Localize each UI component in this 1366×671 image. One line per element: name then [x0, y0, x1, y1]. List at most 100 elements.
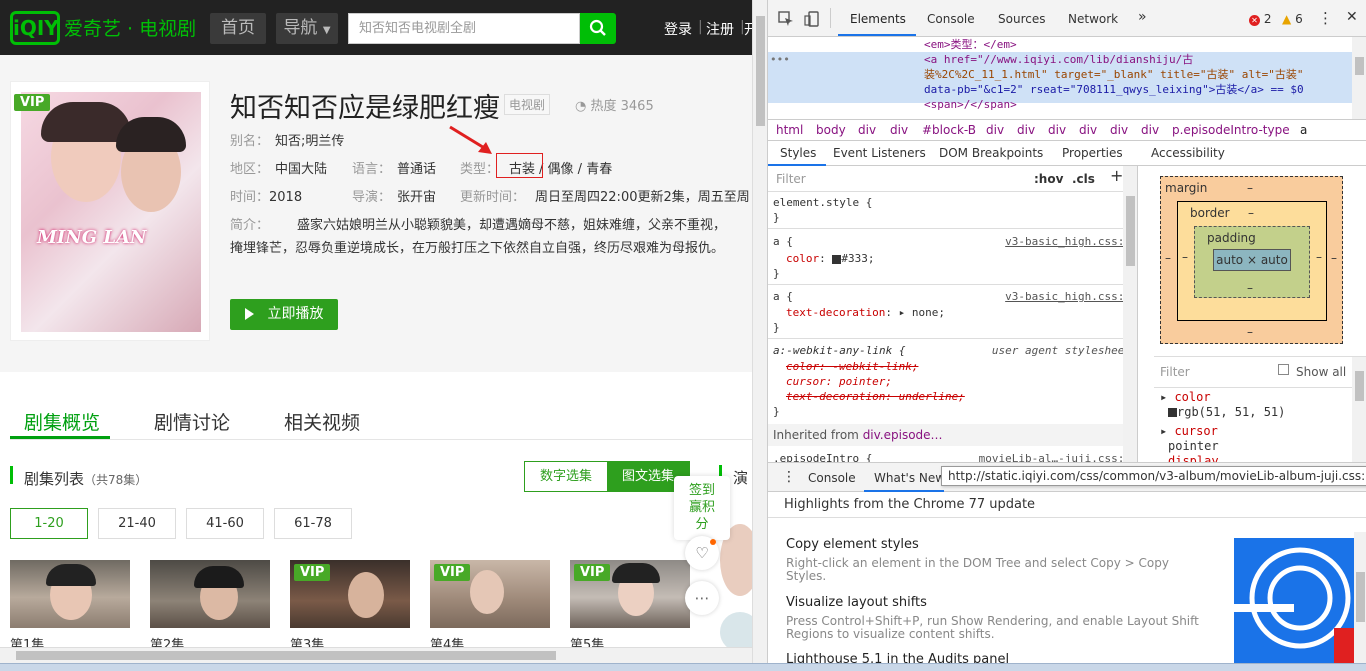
computed-cursor[interactable]: ▸ cursor — [1160, 424, 1218, 438]
crumb[interactable]: body — [816, 120, 846, 140]
iqiyi-logo[interactable]: iQIY — [10, 11, 60, 45]
range-tab-61-78[interactable]: 61-78 — [274, 508, 352, 539]
crumb[interactable]: div — [1048, 120, 1066, 140]
computed-filter-input[interactable]: Filter — [1160, 365, 1190, 379]
tab-discussion[interactable]: 剧情讨论 — [154, 408, 230, 435]
channel-brand[interactable]: 爱奇艺 · 电视剧 — [64, 16, 196, 42]
vertical-scrollbar[interactable] — [752, 0, 767, 663]
rule-source-link[interactable]: v3-basic_high.css:1 — [1005, 234, 1131, 249]
computed-display[interactable]: display — [1168, 454, 1219, 462]
episode-thumbnail[interactable] — [10, 560, 130, 628]
rule-source-link[interactable]: v3-basic_high.css:1 — [1005, 289, 1131, 304]
subtab-dom-breakpoints[interactable]: DOM Breakpoints — [939, 146, 1043, 160]
subtab-styles[interactable]: Styles — [780, 146, 816, 160]
more-tabs-icon[interactable]: » — [1138, 9, 1147, 25]
dom-line[interactable]: 装%2C%2C_11_1.html" target="_blank" title… — [924, 67, 1304, 82]
rule-selector[interactable]: .episodeIntro { — [773, 451, 872, 462]
active-tab-indicator — [838, 34, 916, 36]
dom-line[interactable]: <a href="//www.iqiyi.com/lib/dianshiju/古 — [924, 52, 1193, 67]
add-rule-icon[interactable]: + — [1110, 168, 1123, 184]
number-mode-button[interactable]: 数字选集 — [525, 462, 607, 491]
rule-property-overridden[interactable]: color: -webkit-link; — [786, 359, 918, 374]
search-input[interactable]: 知否知否电视剧全剧 — [348, 13, 580, 44]
feedback-icon[interactable]: ⋯ — [685, 581, 719, 615]
drawer-menu-icon[interactable]: ⋮ — [782, 469, 796, 485]
crumb[interactable]: div — [890, 120, 908, 140]
nav-guide[interactable]: 导航 ▼ — [276, 13, 338, 44]
feature-title[interactable]: Copy element styles — [786, 537, 919, 552]
dom-line[interactable]: <em>类型：</em> — [924, 37, 1017, 52]
settings-icon[interactable]: ⋮ — [1318, 9, 1333, 27]
gift-icon[interactable]: ♡ — [685, 536, 719, 570]
feature-title[interactable]: Visualize layout shifts — [786, 595, 927, 610]
range-tab-1-20[interactable]: 1-20 — [10, 508, 88, 539]
search-button[interactable] — [580, 13, 616, 44]
rule-property[interactable]: color: #333; — [786, 251, 875, 266]
register-link[interactable]: 注册 — [706, 19, 734, 39]
crumb[interactable]: div — [1141, 120, 1159, 140]
ellipsis-icon[interactable]: ••• — [770, 52, 790, 67]
rule-selector[interactable]: a { — [773, 234, 793, 249]
device-toolbar-icon[interactable] — [804, 11, 820, 27]
rule-property-overridden[interactable]: text-decoration: underline; — [786, 389, 965, 404]
crumb[interactable]: div — [1017, 120, 1035, 140]
cls-toggle[interactable]: .cls — [1072, 172, 1095, 187]
crumb[interactable]: div — [1079, 120, 1097, 140]
close-icon[interactable]: ✕ — [1346, 9, 1358, 25]
inspect-element-icon[interactable] — [778, 11, 794, 27]
drawer-tab-console[interactable]: Console — [808, 471, 856, 485]
feature-title[interactable]: Lighthouse 5.1 in the Audits panel — [786, 652, 1009, 663]
rule-selector[interactable]: a:-webkit-any-link { — [773, 343, 905, 358]
dom-line[interactable]: <span>/</span> — [924, 97, 1017, 112]
computed-scrollbar[interactable] — [1352, 357, 1366, 463]
range-tab-41-60[interactable]: 41-60 — [186, 508, 264, 539]
error-count[interactable]: ✕ 2 — [1249, 12, 1271, 26]
nav-home[interactable]: 首页 — [210, 13, 266, 44]
box-content[interactable]: auto × auto — [1213, 249, 1291, 271]
login-link[interactable]: 登录 — [664, 19, 692, 39]
cast-avatar[interactable] — [720, 612, 752, 652]
computed-color[interactable]: ▸ color — [1160, 390, 1211, 404]
dom-tree[interactable]: <em>类型：</em> ••• <a href="//www.iqiyi.co… — [768, 37, 1366, 119]
crumb-active[interactable]: a — [1300, 120, 1307, 140]
crumb[interactable]: div — [858, 120, 876, 140]
box-margin[interactable]: margin – – – – border – – – padding – au… — [1160, 176, 1343, 344]
poster-card[interactable]: MING LAN — [10, 81, 210, 341]
styles-scrollbar[interactable] — [1123, 166, 1137, 462]
box-border[interactable]: border – – – padding – auto × auto — [1177, 201, 1327, 321]
show-all-checkbox[interactable] — [1278, 364, 1289, 375]
tab-network[interactable]: Network — [1068, 12, 1118, 26]
tab-overview[interactable]: 剧集概览 — [24, 408, 100, 435]
tab-elements[interactable]: Elements — [850, 12, 906, 26]
rule-selector[interactable]: a { — [773, 289, 793, 304]
horizontal-scrollbar[interactable] — [0, 647, 752, 663]
warning-count[interactable]: ▲ 6 — [1282, 12, 1303, 26]
rule-source-link[interactable]: movieLib-al…-juji.css:1 — [979, 451, 1131, 462]
episode-thumbnail[interactable] — [150, 560, 270, 628]
rule-property[interactable]: cursor: pointer; — [786, 374, 892, 389]
styles-filter-input[interactable]: Filter — [776, 172, 806, 187]
tab-sources[interactable]: Sources — [998, 12, 1045, 26]
rule-property[interactable]: text-decoration: ▸ none; — [786, 305, 945, 320]
subtab-accessibility[interactable]: Accessibility — [1151, 146, 1225, 160]
rule-selector[interactable]: element.style { — [773, 195, 872, 210]
tab-related[interactable]: 相关视频 — [284, 408, 360, 435]
crumb[interactable]: div — [986, 120, 1004, 140]
play-button[interactable]: 立即播放 — [230, 299, 338, 330]
box-padding[interactable]: padding – auto × auto — [1194, 226, 1310, 298]
drawer-scrollbar[interactable] — [1354, 532, 1366, 663]
crumb[interactable]: p.episodeIntro-type — [1172, 120, 1290, 140]
range-tab-21-40[interactable]: 21-40 — [98, 508, 176, 539]
subtab-properties[interactable]: Properties — [1062, 146, 1123, 160]
dom-line[interactable]: data-pb="&c1=2" rseat="708111_qwys_leixi… — [924, 82, 1304, 97]
drawer-tab-whats-new[interactable]: What's New — [874, 471, 945, 485]
hov-toggle[interactable]: :hov — [1034, 172, 1063, 187]
crumb[interactable]: #block-B — [922, 120, 976, 140]
tab-console[interactable]: Console — [927, 12, 975, 26]
crumb[interactable]: div — [1110, 120, 1128, 140]
sign-in-reward-button[interactable]: 签到 赢积分 — [674, 476, 730, 540]
poster-image[interactable]: MING LAN — [21, 92, 201, 332]
subtab-event-listeners[interactable]: Event Listeners — [833, 146, 926, 160]
more-link[interactable]: 开 — [744, 19, 752, 39]
crumb[interactable]: html — [776, 120, 803, 140]
